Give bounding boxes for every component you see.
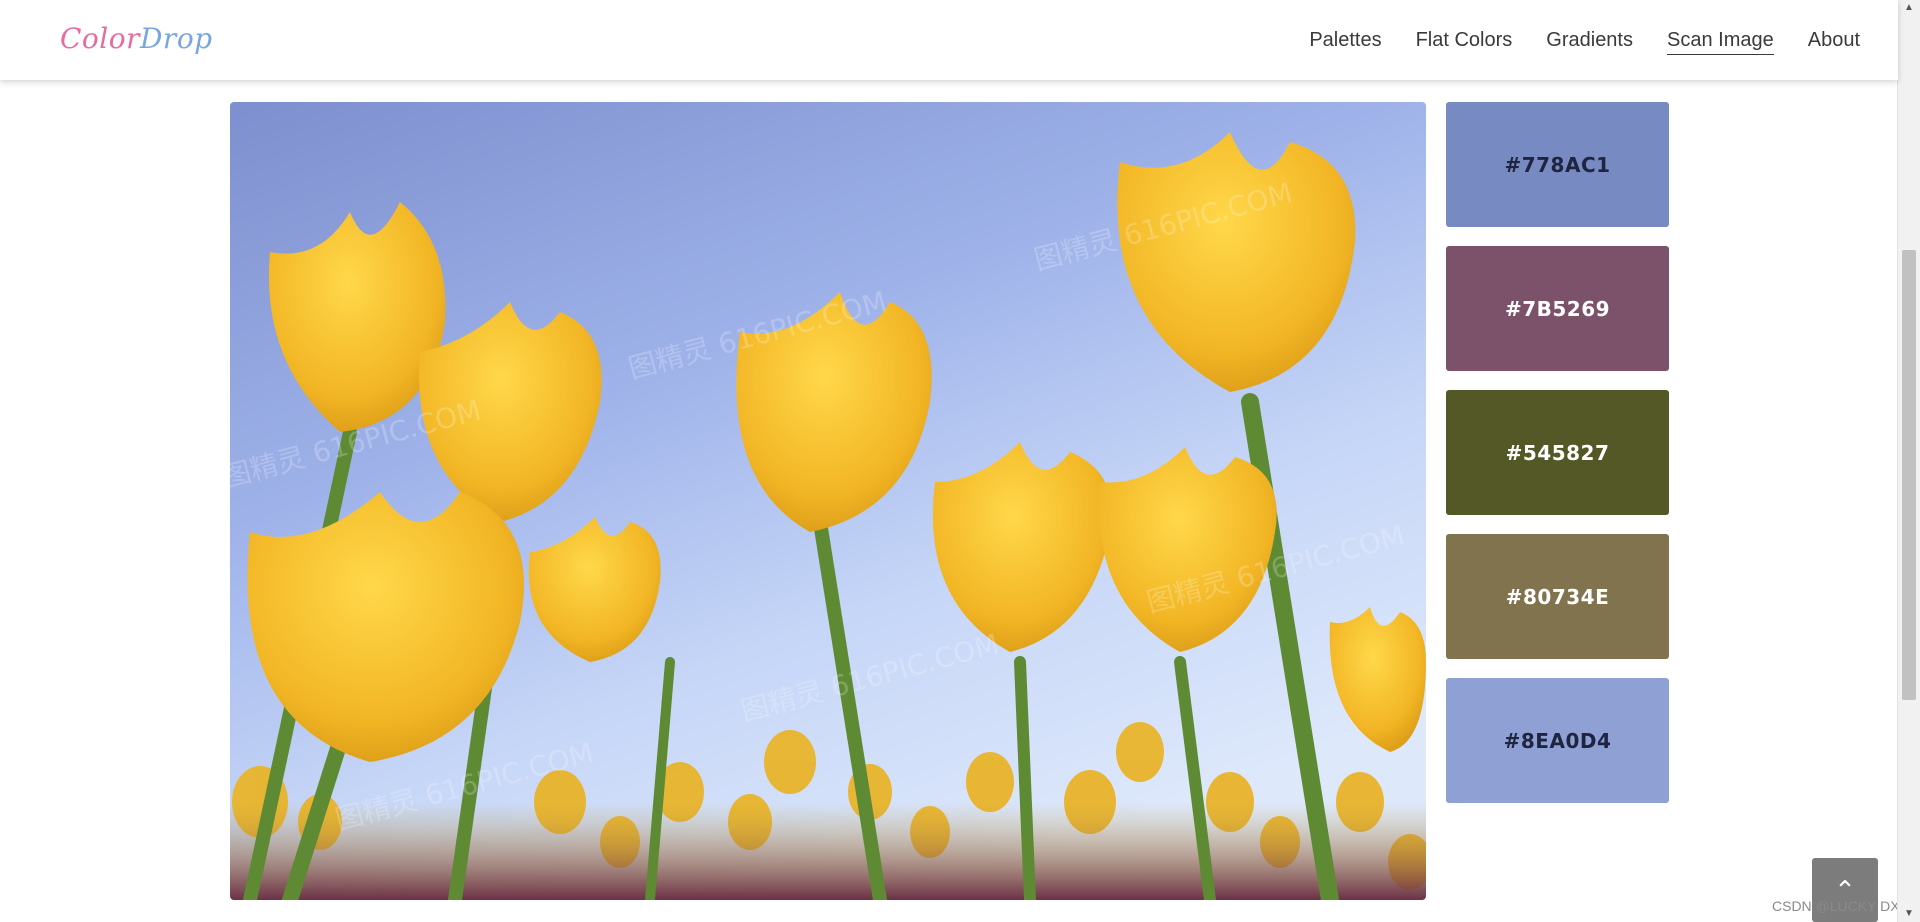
scroll-down-arrow-icon[interactable]: ▼ — [1898, 906, 1920, 922]
swatch-hex-label: #80734E — [1505, 584, 1610, 609]
site-header: ColorDrop Palettes Flat Colors Gradients… — [0, 0, 1898, 80]
logo-drop-text: Drop — [139, 22, 213, 55]
csdn-credit: CSDN @LUCKY DXP — [1772, 898, 1909, 914]
swatch-hex-label: #545827 — [1505, 440, 1610, 465]
swatch-5[interactable]: #8EA0D4 — [1446, 678, 1669, 803]
page: ColorDrop Palettes Flat Colors Gradients… — [0, 0, 1920, 922]
logo-color-text: Color — [60, 22, 140, 55]
scroll-up-arrow-icon[interactable]: ▲ — [1898, 0, 1920, 16]
palette-swatches: #778AC1 #7B5269 #545827 #80734E #8EA0D4 — [1446, 102, 1669, 822]
logo[interactable]: ColorDrop — [60, 22, 213, 55]
nav-scan-image[interactable]: Scan Image — [1667, 26, 1774, 55]
swatch-4[interactable]: #80734E — [1446, 534, 1669, 659]
nav-palettes[interactable]: Palettes — [1309, 26, 1381, 55]
swatch-hex-label: #8EA0D4 — [1503, 728, 1612, 753]
page-scrollbar[interactable]: ▲ ▼ — [1897, 0, 1920, 922]
scroll-thumb[interactable] — [1902, 250, 1916, 700]
watermark: 图精灵 616PIC.COM — [737, 627, 1002, 728]
main-nav: Palettes Flat Colors Gradients Scan Imag… — [1275, 26, 1860, 55]
swatch-3[interactable]: #545827 — [1446, 390, 1669, 515]
swatch-1[interactable]: #778AC1 — [1446, 102, 1669, 227]
scanned-photo: 图精灵 616PIC.COM 图精灵 616PIC.COM 图精灵 616PIC… — [230, 102, 1426, 900]
swatch-hex-label: #7B5269 — [1504, 296, 1611, 321]
nav-gradients[interactable]: Gradients — [1546, 26, 1633, 55]
swatch-hex-label: #778AC1 — [1504, 152, 1611, 177]
nav-about[interactable]: About — [1808, 26, 1860, 55]
swatch-2[interactable]: #7B5269 — [1446, 246, 1669, 371]
tulip-photo-image: 图精灵 616PIC.COM 图精灵 616PIC.COM 图精灵 616PIC… — [230, 132, 1426, 900]
nav-flat-colors[interactable]: Flat Colors — [1416, 26, 1513, 55]
